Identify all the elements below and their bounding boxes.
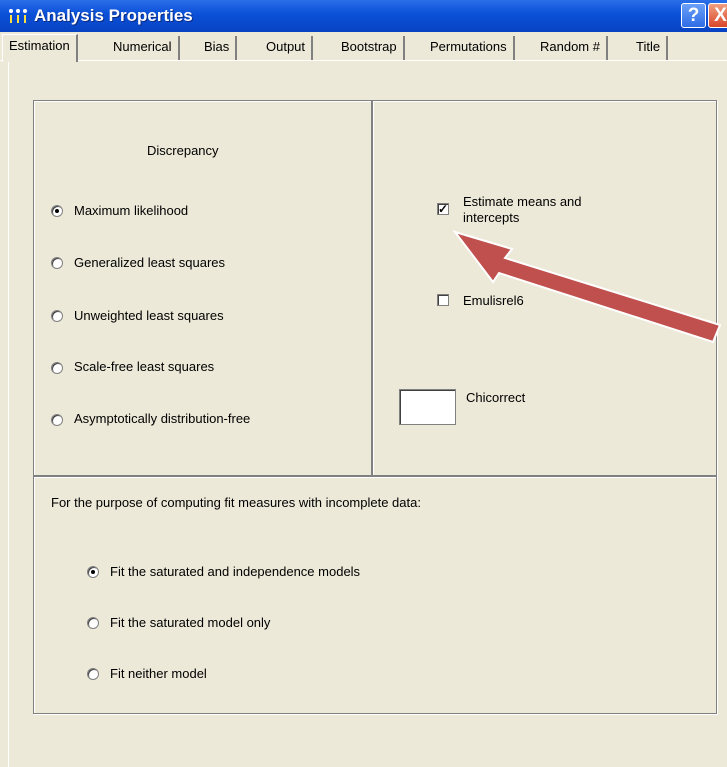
annotation-arrow [452, 230, 722, 344]
arrow-shape [452, 230, 722, 344]
